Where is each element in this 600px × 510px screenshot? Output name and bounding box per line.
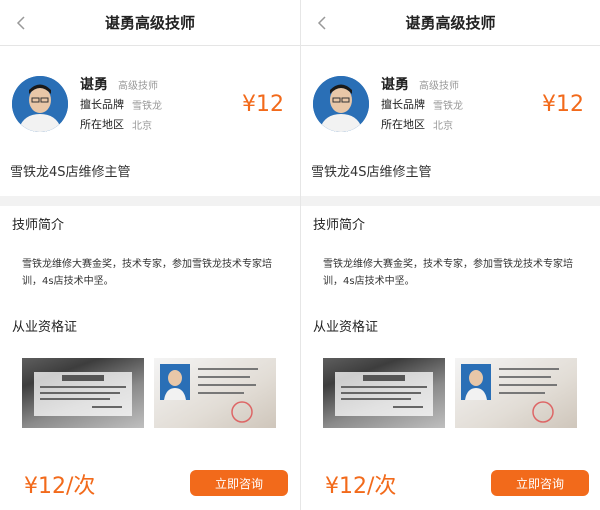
screen-right: 谌勇高级技师 谌勇 高级技师 擅长品牌 雪铁龙 所在地区 北京 ¥12 雪铁龙4…: [300, 0, 600, 510]
certificate-image-icon: [34, 372, 132, 416]
page-title: 谌勇高级技师: [104, 14, 195, 32]
headline: 雪铁龙4S店维修主管: [311, 165, 432, 180]
screens-container: 谌勇高级技师 谌勇 高级技师 擅长品牌 雪铁龙 所在地区 北京 ¥12 雪铁龙4…: [0, 0, 600, 510]
back-button[interactable]: [8, 8, 34, 38]
section-divider: [0, 196, 300, 206]
nav-bar: 谌勇高级技师: [301, 0, 600, 46]
certificate-photo[interactable]: [323, 358, 445, 428]
certs-title: 从业资格证: [12, 320, 78, 335]
certificate-image-icon: [461, 364, 559, 423]
screen-left: 谌勇高级技师 谌勇 高级技师 擅长品牌 雪铁龙 所在地区 北京 ¥12 雪铁龙4…: [0, 0, 300, 510]
back-button[interactable]: [309, 8, 335, 38]
avatar: [12, 76, 68, 132]
technician-title: 高级技师: [419, 80, 459, 92]
intro-title: 技师简介: [313, 218, 366, 233]
unit-price: ¥12/次: [325, 474, 397, 499]
person-photo: [12, 76, 68, 132]
price: ¥12: [242, 92, 284, 117]
unit-price: ¥12/次: [24, 474, 96, 499]
certificate-image-icon: [335, 372, 433, 416]
certificate-gallery: [0, 348, 300, 428]
chevron-left-icon: [16, 16, 25, 30]
region-value: 北京: [132, 120, 152, 132]
section-divider: [301, 196, 600, 206]
certificate-image-icon: [160, 364, 258, 423]
headline: 雪铁龙4S店维修主管: [10, 165, 131, 180]
intro-text: 雪铁龙维修大赛金奖，技术专家，参加雪铁龙技术专家培训，4s店技术中坚。: [22, 259, 272, 287]
certificate-photo[interactable]: [455, 358, 577, 428]
region-value: 北京: [433, 120, 453, 132]
person-photo: [313, 76, 369, 132]
brand-label: 擅长品牌: [381, 98, 425, 111]
consult-button[interactable]: 立即咨询: [491, 470, 589, 496]
profile-info: 谌勇 高级技师 擅长品牌 雪铁龙 所在地区 北京: [80, 74, 162, 134]
profile-info: 谌勇 高级技师 擅长品牌 雪铁龙 所在地区 北京: [381, 74, 463, 134]
certificate-gallery: [301, 348, 600, 428]
technician-name: 谌勇: [80, 77, 108, 93]
brand-value: 雪铁龙: [433, 100, 463, 112]
price: ¥12: [542, 92, 584, 117]
certificate-photo[interactable]: [22, 358, 144, 428]
nav-bar: 谌勇高级技师: [0, 0, 300, 46]
brand-value: 雪铁龙: [132, 100, 162, 112]
technician-profile: 谌勇 高级技师 擅长品牌 雪铁龙 所在地区 北京 ¥12: [0, 46, 300, 158]
bottom-bar: ¥12/次 立即咨询: [0, 458, 300, 510]
technician-title: 高级技师: [118, 80, 158, 92]
technician-profile: 谌勇 高级技师 擅长品牌 雪铁龙 所在地区 北京 ¥12: [301, 46, 600, 158]
avatar: [313, 76, 369, 132]
bottom-bar: ¥12/次 立即咨询: [301, 458, 600, 510]
certificate-photo[interactable]: [154, 358, 276, 428]
intro-text: 雪铁龙维修大赛金奖，技术专家，参加雪铁龙技术专家培训，4s店技术中坚。: [323, 259, 573, 287]
page-title: 谌勇高级技师: [405, 14, 496, 32]
technician-name: 谌勇: [381, 77, 409, 93]
region-label: 所在地区: [80, 118, 124, 131]
certs-title: 从业资格证: [313, 320, 379, 335]
intro-title: 技师简介: [12, 218, 65, 233]
consult-button[interactable]: 立即咨询: [190, 470, 288, 496]
chevron-left-icon: [317, 16, 326, 30]
region-label: 所在地区: [381, 118, 425, 131]
brand-label: 擅长品牌: [80, 98, 124, 111]
